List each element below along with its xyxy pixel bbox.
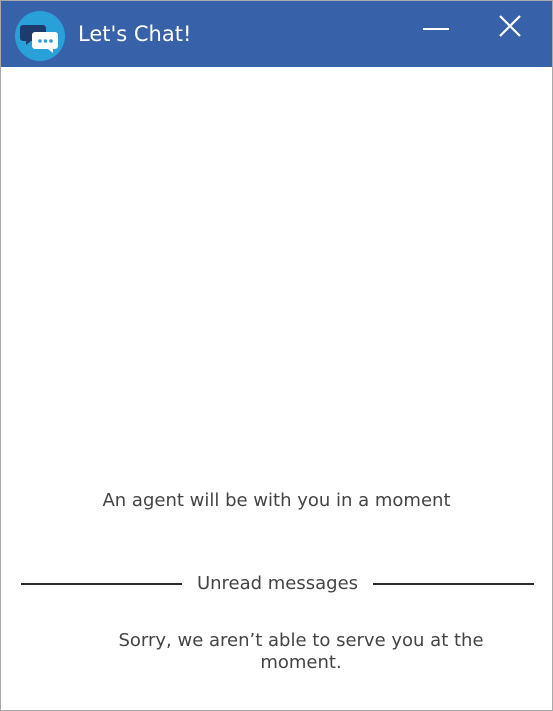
close-button[interactable] [485,5,533,49]
divider-line-left [21,583,182,585]
chat-bubbles-icon [15,11,65,61]
divider-line-right [373,583,534,585]
title-bar: Let's Chat! [1,1,552,67]
unread-divider: Unread messages [1,571,552,597]
window-title: Let's Chat! [78,22,192,46]
chat-transcript[interactable]: An agent will be with you in a moment Un… [1,67,552,710]
unread-messages-label: Unread messages [196,573,359,594]
chat-window: Let's Chat! An agent will be with you in… [0,0,553,711]
system-message: Sorry, we aren’t able to serve you at th… [118,630,484,673]
minimize-button[interactable] [411,5,459,49]
agent-notice: An agent will be with you in a moment [102,490,451,511]
close-icon [499,15,521,37]
minimize-icon [423,28,449,30]
